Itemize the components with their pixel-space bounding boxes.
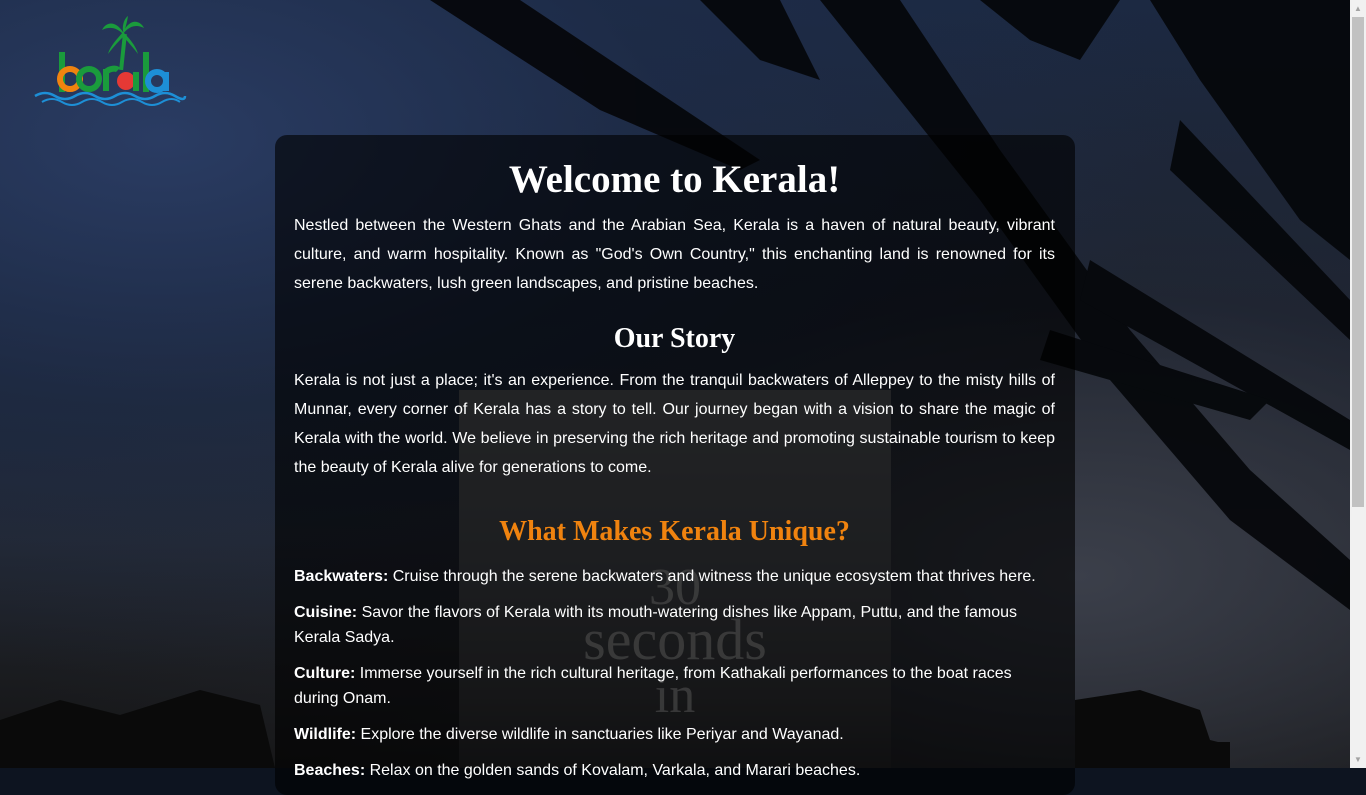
vertical-scrollbar[interactable]: ▲ ▼ <box>1350 0 1366 768</box>
feature-label: Backwaters: <box>294 567 389 585</box>
feature-label: Wildlife: <box>294 725 357 743</box>
scroll-down-icon[interactable]: ▼ <box>1350 751 1366 768</box>
feature-text: Immerse yourself in the rich cultural he… <box>294 664 1012 707</box>
feature-text: Savor the flavors of Kerala with its mou… <box>294 603 1018 646</box>
feature-text: Cruise through the serene backwaters and… <box>388 567 1036 585</box>
unique-title: What Makes Kerala Unique? <box>499 515 850 547</box>
list-item: Cuisine: Savor the flavors of Kerala wit… <box>294 600 1055 650</box>
main-content: Welcome to Kerala! Nestled between the W… <box>294 150 1055 794</box>
welcome-intro: Nestled between the Western Ghats and th… <box>294 217 1055 292</box>
feature-text: Explore the diverse wildlife in sanctuar… <box>356 725 844 743</box>
kerala-logo-graphic <box>34 16 187 106</box>
feature-label: Beaches: <box>294 761 366 779</box>
list-item: Wildlife: Explore the diverse wildlife i… <box>294 722 1055 747</box>
feature-label: Cuisine: <box>294 603 358 621</box>
story-title: Our Story <box>613 323 736 355</box>
story-text: Kerala is not just a place; it's an expe… <box>294 372 1055 476</box>
feature-label: Culture: <box>294 664 356 682</box>
scrollbar-thumb[interactable] <box>1352 17 1364 507</box>
feature-text: Relax on the golden sands of Kovalam, Va… <box>365 761 861 779</box>
welcome-title: Welcome to Kerala! <box>508 158 841 201</box>
scroll-up-icon[interactable]: ▲ <box>1350 0 1366 17</box>
list-item: Beaches: Relax on the golden sands of Ko… <box>294 758 1055 783</box>
list-item: Culture: Immerse yourself in the rich cu… <box>294 661 1055 711</box>
unique-list: Backwaters: Cruise through the serene ba… <box>294 564 1055 783</box>
kerala-logo[interactable] <box>30 16 190 130</box>
list-item: Backwaters: Cruise through the serene ba… <box>294 564 1055 589</box>
